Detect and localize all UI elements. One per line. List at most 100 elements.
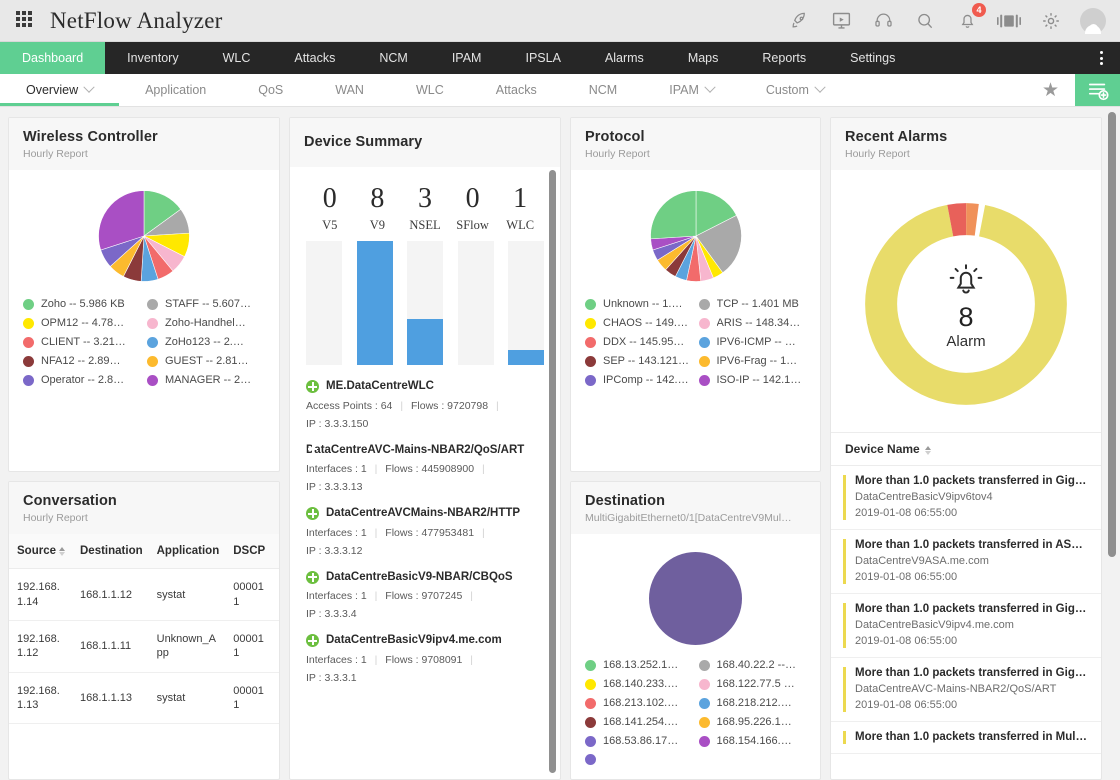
nav-tab-ipsla[interactable]: IPSLA [503,42,582,74]
device-list-item[interactable]: DataCentreBasicV9ipv4.me.com Interfaces … [306,633,544,684]
legend-item[interactable]: 168.154.166.… [699,735,807,747]
column-header-application[interactable]: Application [149,534,226,569]
bar-v5[interactable] [306,241,342,365]
column-header-traffic[interactable]: Traffic [271,534,280,569]
bar-sflow[interactable] [458,241,494,365]
subtab-attacks[interactable]: Attacks [470,74,563,106]
add-widget-icon[interactable] [1075,74,1120,106]
subtab-ncm[interactable]: NCM [563,74,643,106]
license-icon[interactable] [996,8,1022,34]
legend-label: IPV6-ICMP -- … [717,336,796,348]
legend-item[interactable]: CLIENT -- 3.21… [23,336,141,348]
nav-tab-ncm[interactable]: NCM [357,42,429,74]
legend-item[interactable]: MANAGER -- 2… [147,374,265,386]
table-row[interactable]: 192.168.1.12 168.1.1.11 Unknown_App 0000… [9,620,280,672]
device-list-item[interactable]: DataCentreAVC-Mains-NBAR2/QoS/ART Interf… [306,443,544,494]
legend-item[interactable]: OPM12 -- 4.78… [23,317,141,329]
legend-item[interactable]: IPComp -- 142.… [585,374,693,386]
star-favorite-icon[interactable]: ★ [1026,74,1075,106]
nav-tab-wlc[interactable]: WLC [201,42,273,74]
device-summary-scrollbar[interactable] [549,170,556,773]
device-list-item[interactable]: DataCentreAVCMains-NBAR2/HTTP Interfaces… [306,506,544,557]
legend-item[interactable]: GUEST -- 2.81… [147,355,265,367]
alarm-list-item[interactable]: More than 1.0 packets transferred in ASA… [831,530,1101,594]
protocol-pie-chart[interactable] [646,186,746,286]
device-list-item[interactable]: DataCentreBasicV9-NBAR/CBQoS Interfaces … [306,570,544,621]
subtab-application[interactable]: Application [119,74,232,106]
wireless-controller-pie-chart[interactable] [94,186,194,286]
search-icon[interactable] [912,8,938,34]
legend-item[interactable] [585,754,693,765]
headset-icon[interactable] [870,8,896,34]
presentation-icon[interactable] [828,8,854,34]
alarm-list-item[interactable]: More than 1.0 packets transferred in Mul… [831,722,1101,754]
legend-item[interactable]: NFA12 -- 2.89… [23,355,141,367]
device-summary-bar-chart[interactable] [290,233,560,365]
legend-item[interactable]: ISO-IP -- 142.1… [699,374,807,386]
legend-item[interactable]: STAFF -- 5.607… [147,298,265,310]
legend-item[interactable]: Zoho-Handhel… [147,317,265,329]
legend-item[interactable]: CHAOS -- 149.… [585,317,693,329]
column-header-dscp[interactable]: DSCP [225,534,271,569]
bar-wlc[interactable] [508,241,544,365]
legend-item[interactable]: 168.141.254.… [585,716,693,728]
device-list-item[interactable]: ME.DataCentreWLC Access Points : 64 | Fl… [306,379,544,430]
subtab-wlc[interactable]: WLC [390,74,470,106]
nav-tab-attacks[interactable]: Attacks [272,42,357,74]
subtab-ipam[interactable]: IPAM [643,74,740,106]
legend-item[interactable]: 168.13.252.1… [585,659,693,671]
legend-item[interactable]: 168.122.77.5 … [699,678,807,690]
table-row[interactable]: 192.168.1.14 168.1.1.12 systat 000011 16… [9,569,280,621]
page-scrollbar[interactable] [1108,112,1116,557]
legend-item[interactable]: 168.140.233.… [585,678,693,690]
kebab-menu-icon[interactable] [1092,42,1110,74]
legend-item[interactable]: SEP -- 143.121… [585,355,693,367]
legend-item[interactable]: Unknown -- 1.… [585,298,693,310]
legend-item[interactable]: 168.95.226.1… [699,716,807,728]
legend-item[interactable]: ZoHo123 -- 2.… [147,336,265,348]
alarm-donut-chart[interactable]: 8 Alarm [854,192,1078,416]
alarm-list-item[interactable]: More than 1.0 packets transferred in Gig… [831,658,1101,722]
alarm-list-item[interactable]: More than 1.0 packets transferred in Gig… [831,466,1101,530]
nav-tab-ipam[interactable]: IPAM [430,42,504,74]
alarm-list-item[interactable]: More than 1.0 packets transferred in Gig… [831,594,1101,658]
widget-protocol: Protocol Hourly Report [570,117,821,472]
subtab-custom[interactable]: Custom [740,74,850,106]
nav-tab-reports[interactable]: Reports [740,42,828,74]
rocket-icon[interactable] [786,8,812,34]
column-header-source[interactable]: Source [9,534,72,569]
subtab-qos[interactable]: QoS [232,74,309,106]
subtab-wan[interactable]: WAN [309,74,390,106]
nav-tab-maps[interactable]: Maps [666,42,741,74]
legend-item[interactable]: DDX -- 145.95… [585,336,693,348]
top-header-bar: NetFlow Analyzer [0,0,1120,42]
nav-tab-dashboard[interactable]: Dashboard [0,42,105,74]
nav-tab-settings[interactable]: Settings [828,42,917,74]
table-row[interactable]: 192.168.1.13 168.1.1.13 systat 000011 14… [9,672,280,724]
alarm-table-header[interactable]: Device Name [831,432,1101,466]
legend-item[interactable]: TCP -- 1.401 MB [699,298,807,310]
legend-item[interactable]: 168.213.102.… [585,697,693,709]
avatar[interactable] [1080,8,1106,34]
legend-item[interactable]: 168.218.212.… [699,697,807,709]
legend-item[interactable]: Operator -- 2.8… [23,374,141,386]
bar-nsel[interactable] [407,241,443,365]
subtab-overview[interactable]: Overview [0,74,119,106]
nav-tab-alarms[interactable]: Alarms [583,42,666,74]
legend-item[interactable]: 168.53.86.17… [585,735,693,747]
destination-pie-chart[interactable] [649,552,742,645]
bell-icon[interactable]: 4 [954,8,980,34]
alarm-device: DataCentreV9ASA.me.com [844,555,1087,567]
gear-icon[interactable] [1038,8,1064,34]
nav-tab-inventory[interactable]: Inventory [105,42,200,74]
legend-item[interactable]: 168.40.22.2 --… [699,659,807,671]
column-header-destination[interactable]: Destination [72,534,149,569]
bar-v9[interactable] [357,241,393,365]
legend-item[interactable]: IPV6-Frag -- 1… [699,355,807,367]
legend-item[interactable]: Zoho -- 5.986 KB [23,298,141,310]
legend-item[interactable]: IPV6-ICMP -- … [699,336,807,348]
grid-apps-icon[interactable] [16,11,36,31]
meta-value: 64 [381,400,393,412]
legend-item[interactable]: ARIS -- 148.34… [699,317,807,329]
legend-label: 168.122.77.5 … [717,678,795,690]
